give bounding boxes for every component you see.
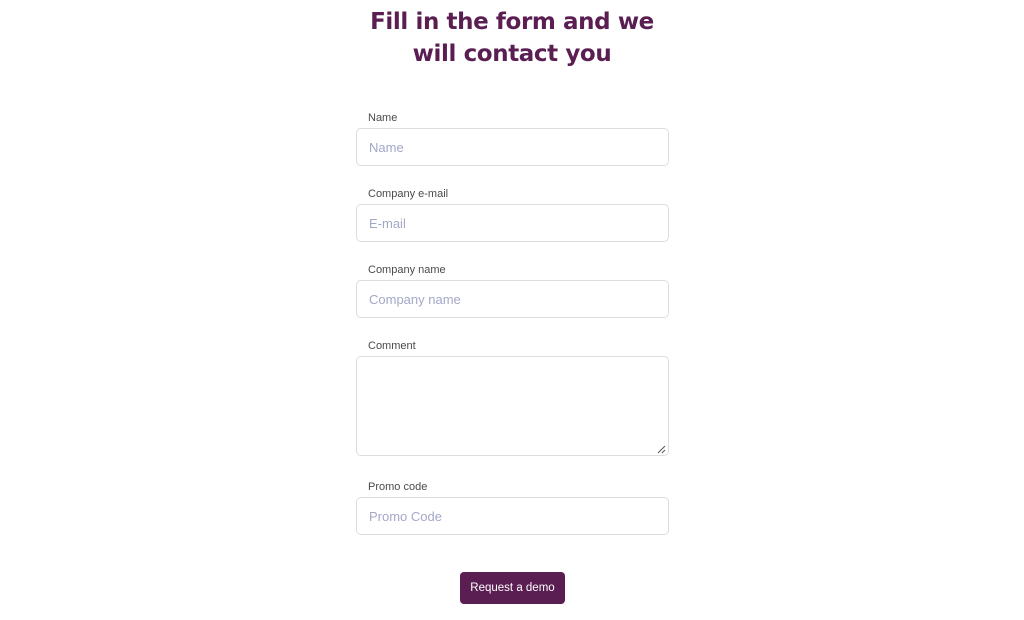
email-input[interactable] (356, 204, 669, 242)
name-label: Name (368, 112, 398, 124)
promo-code-input[interactable] (356, 497, 669, 535)
company-name-input[interactable] (356, 280, 669, 318)
page-title: Fill in the form and we will contact you (312, 6, 712, 70)
page-title-line-1: Fill in the form and we (370, 9, 654, 35)
resize-grip-icon[interactable] (657, 445, 666, 454)
page-title-line-2: will contact you (412, 41, 612, 67)
name-input[interactable] (356, 128, 669, 166)
comment-textarea[interactable] (356, 356, 669, 456)
company-name-label: Company name (368, 264, 446, 276)
comment-label: Comment (368, 340, 416, 352)
contact-page: Fill in the form and we will contact you… (0, 0, 1024, 620)
email-label: Company e-mail (368, 188, 449, 200)
request-demo-button[interactable]: Request a demo (460, 572, 565, 604)
promo-code-label: Promo code (368, 481, 428, 493)
